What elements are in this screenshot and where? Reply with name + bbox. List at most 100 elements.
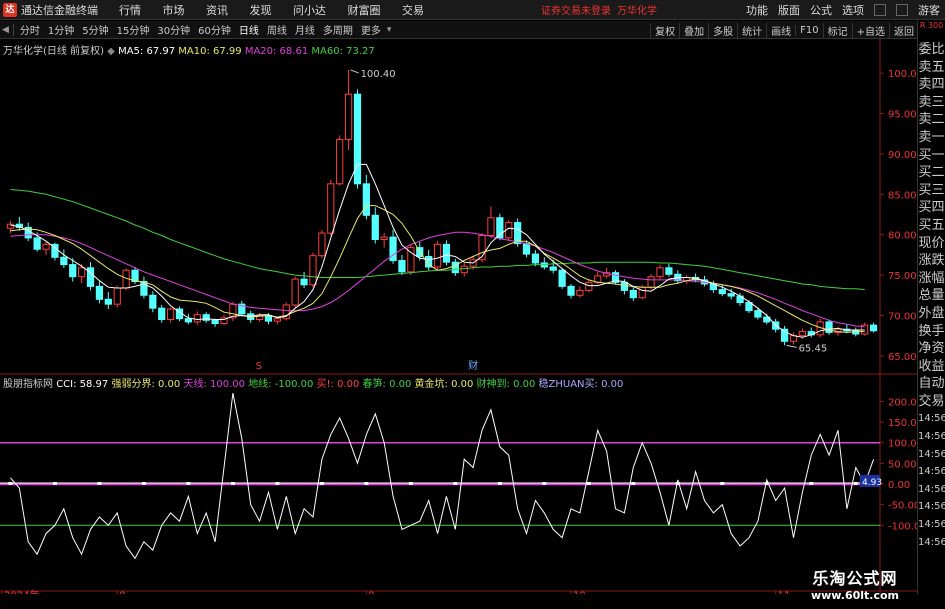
menu-layout[interactable]: 版面 bbox=[778, 2, 800, 18]
zero-dot bbox=[586, 482, 591, 485]
minimize-icon[interactable] bbox=[874, 3, 886, 16]
side-item-26[interactable]: 14:56 bbox=[918, 498, 945, 516]
price-tick-label: 95.00 bbox=[888, 110, 917, 121]
indicator-legend-9: 稳ZHUAN买: 0.00 bbox=[538, 379, 624, 390]
side-item-20[interactable]: 交易 bbox=[918, 393, 945, 411]
side-item-2[interactable]: 卖四 bbox=[918, 76, 945, 94]
zero-dot bbox=[631, 482, 636, 485]
menu-discover[interactable]: 发现 bbox=[250, 4, 272, 17]
btn-draw[interactable]: 画线 bbox=[766, 22, 795, 38]
side-item-9[interactable]: 买四 bbox=[918, 199, 945, 217]
side-item-10[interactable]: 买五 bbox=[918, 217, 945, 235]
zero-dot bbox=[97, 482, 102, 485]
btn-overlay[interactable]: 叠加 bbox=[679, 22, 708, 38]
side-top-label: R 300 bbox=[919, 21, 944, 30]
period-weekly[interactable]: 周线 bbox=[267, 22, 287, 37]
side-item-25[interactable]: 14:56 bbox=[918, 481, 945, 499]
menu-wealth[interactable]: 财富圈 bbox=[348, 4, 381, 17]
side-item-17[interactable]: 净资 bbox=[918, 340, 945, 358]
watermark-url: www.60lt.com bbox=[810, 589, 900, 602]
period-30min[interactable]: 30分钟 bbox=[157, 22, 190, 37]
btn-back[interactable]: 返回 bbox=[889, 22, 918, 38]
menu-options[interactable]: 选项 bbox=[842, 2, 864, 18]
menu-news[interactable]: 资讯 bbox=[206, 4, 228, 17]
menu-quotes[interactable]: 行情 bbox=[119, 4, 141, 17]
btn-stats[interactable]: 统计 bbox=[737, 22, 766, 38]
candle-body bbox=[149, 294, 157, 309]
title-bar: 达 通达信金融终端 行情 市场 资讯 发现 问小达 财富圈 交易 证券交易未登录… bbox=[0, 0, 945, 20]
side-item-18[interactable]: 收益 bbox=[918, 358, 945, 376]
period-15min[interactable]: 15分钟 bbox=[117, 22, 150, 37]
candle-body bbox=[629, 289, 637, 299]
guest-user[interactable]: 游客 bbox=[918, 2, 940, 18]
btn-f10[interactable]: F10 bbox=[795, 24, 822, 36]
side-item-1[interactable]: 卖五 bbox=[918, 59, 945, 77]
indicator-legend-3: 天线: 100.00 bbox=[183, 379, 249, 390]
event-marker-s: S bbox=[256, 361, 262, 372]
btn-restore-rights[interactable]: 复权 bbox=[650, 22, 679, 38]
indicator-legend-5: 买!: 0.00 bbox=[316, 379, 363, 390]
kline-chart[interactable]: 100.095.0090.0085.0080.0075.0070.0065.00… bbox=[0, 39, 917, 594]
menu-formula[interactable]: 公式 bbox=[810, 2, 832, 18]
side-item-24[interactable]: 14:56 bbox=[918, 463, 945, 481]
period-multi[interactable]: 多周期 bbox=[323, 22, 353, 37]
candle-body bbox=[531, 253, 540, 264]
cci-tick-label: 100.0 bbox=[888, 439, 917, 450]
candle-body bbox=[522, 243, 531, 255]
cci-tick-label: 50.00 bbox=[888, 459, 917, 470]
btn-multi-stock[interactable]: 多股 bbox=[708, 22, 737, 38]
btn-add-watchlist[interactable]: +自选 bbox=[851, 22, 889, 38]
candle-body bbox=[60, 256, 68, 266]
menu-market[interactable]: 市场 bbox=[163, 4, 185, 17]
login-status[interactable]: 证券交易未登录 bbox=[541, 2, 611, 17]
menu-function[interactable]: 功能 bbox=[746, 2, 768, 18]
price-tick-label: 80.00 bbox=[888, 231, 917, 242]
x-tick-label: 9 bbox=[368, 590, 374, 594]
period-monthly[interactable]: 月线 bbox=[295, 22, 315, 37]
side-item-8[interactable]: 买三 bbox=[918, 182, 945, 200]
side-item-21[interactable]: 14:56 bbox=[918, 410, 945, 428]
toolbar-left-arrow-icon[interactable]: ◀ bbox=[2, 25, 9, 35]
side-item-23[interactable]: 14:56 bbox=[918, 446, 945, 464]
candle-body bbox=[78, 267, 86, 278]
btn-mark[interactable]: 标记 bbox=[822, 22, 852, 38]
period-60min[interactable]: 60分钟 bbox=[198, 22, 231, 37]
side-item-14[interactable]: 总量 bbox=[918, 287, 945, 305]
maximize-icon[interactable] bbox=[896, 3, 908, 16]
indicator-legend-1: CCI: 58.97 bbox=[56, 379, 112, 390]
candle-body bbox=[344, 93, 353, 140]
period-daily[interactable]: 日线 bbox=[239, 22, 259, 37]
side-item-27[interactable]: 14:56 bbox=[918, 516, 945, 534]
side-item-28[interactable]: 14:56 bbox=[918, 534, 945, 552]
side-item-12[interactable]: 涨跌 bbox=[918, 252, 945, 270]
menu-ask[interactable]: 问小达 bbox=[293, 4, 326, 17]
side-item-6[interactable]: 买一 bbox=[918, 147, 945, 165]
x-tick-label: 10 bbox=[573, 590, 586, 594]
candle-body bbox=[442, 243, 451, 263]
more-chevron-icon[interactable]: ▾ bbox=[387, 25, 392, 35]
side-item-4[interactable]: 卖二 bbox=[918, 111, 945, 129]
ma-legend-1: MA10: 67.99 bbox=[178, 46, 245, 57]
zero-dot bbox=[408, 482, 413, 485]
side-item-7[interactable]: 买二 bbox=[918, 164, 945, 182]
side-item-19[interactable]: 自动 bbox=[918, 375, 945, 393]
menu-trade[interactable]: 交易 bbox=[402, 4, 424, 17]
cci-current-value: 4.93 bbox=[862, 478, 882, 488]
period-more[interactable]: 更多 bbox=[361, 22, 381, 37]
ma-legend: MA5: 67.97 MA10: 67.99 MA20: 68.61 MA60:… bbox=[118, 46, 375, 57]
side-item-16[interactable]: 换手 bbox=[918, 323, 945, 341]
side-item-11[interactable]: 现价 bbox=[918, 235, 945, 253]
zero-dot bbox=[809, 482, 814, 485]
side-item-0[interactable]: 委比 bbox=[918, 41, 945, 59]
side-item-15[interactable]: 外盘 bbox=[918, 305, 945, 323]
period-5min[interactable]: 5分钟 bbox=[82, 22, 108, 37]
side-item-22[interactable]: 14:56 bbox=[918, 428, 945, 446]
candle-body bbox=[95, 285, 104, 300]
side-item-13[interactable]: 涨幅 bbox=[918, 270, 945, 288]
period-1min[interactable]: 1分钟 bbox=[48, 22, 74, 37]
period-minute[interactable]: 分时 bbox=[20, 22, 40, 37]
candle-body bbox=[727, 293, 735, 297]
side-item-3[interactable]: 卖三 bbox=[918, 94, 945, 112]
side-item-5[interactable]: 卖一 bbox=[918, 129, 945, 147]
candle-body bbox=[869, 324, 878, 332]
